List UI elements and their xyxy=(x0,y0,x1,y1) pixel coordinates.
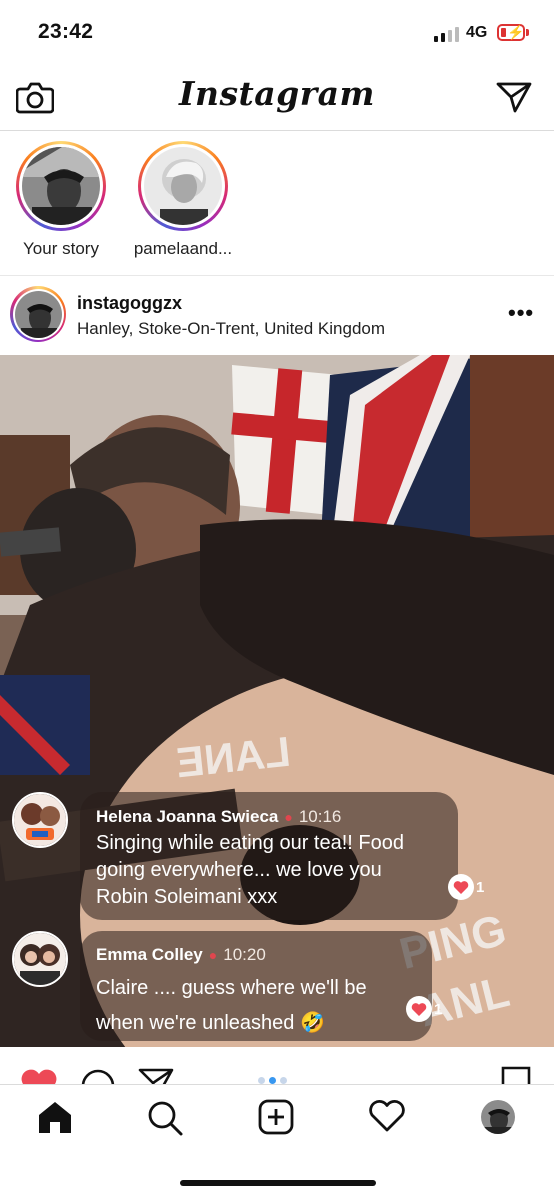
comment-separator-dot: ● xyxy=(208,947,218,963)
post-video[interactable]: LANE PING ANL Helena Joanna Swieca ● 10:16… xyxy=(0,355,554,1047)
home-icon[interactable] xyxy=(36,1099,74,1140)
story-pamelaand[interactable]: pamelaand... xyxy=(128,141,238,259)
story-name: Your story xyxy=(23,239,99,258)
stories-tray: Your story pamelaand... xyxy=(0,131,554,276)
heart-icon xyxy=(448,874,474,900)
post-header: instagoggzx Hanley, Stoke-On-Trent, Unit… xyxy=(0,276,554,354)
post-actions xyxy=(0,1048,554,1084)
comment-text-line: Robin Soleimani xxx xyxy=(96,886,278,908)
comment-like-badge[interactable]: 1 xyxy=(406,996,442,1022)
status-time: 23:42 xyxy=(38,20,94,43)
home-indicator xyxy=(180,1180,376,1186)
battery-cap xyxy=(526,29,529,36)
comment-icon[interactable] xyxy=(80,1068,116,1084)
post-username[interactable]: instagoggzx xyxy=(77,293,182,314)
share-icon[interactable] xyxy=(138,1066,174,1084)
commenter-avatar xyxy=(12,792,68,848)
comment-like-count: 1 xyxy=(434,1000,443,1018)
story-avatar xyxy=(22,147,100,225)
direct-message-icon[interactable] xyxy=(496,80,532,119)
commenter-avatar xyxy=(12,931,68,987)
comment-text-line: Claire .... guess where we'll be xyxy=(96,977,367,999)
comment-separator-dot: ● xyxy=(284,809,293,825)
story-name: pamelaand... xyxy=(133,239,233,258)
signal-icon xyxy=(434,26,459,42)
comment-text-line: when we're unleashed 🤣 xyxy=(96,1012,325,1034)
comment-bubble: Helena Joanna Swieca ● 10:16 Singing while… xyxy=(80,792,458,920)
new-post-icon[interactable] xyxy=(258,1099,294,1140)
story-your-story[interactable]: Your story xyxy=(6,141,116,259)
search-icon[interactable] xyxy=(146,1099,184,1142)
comment-author[interactable]: Emma Colley xyxy=(96,945,203,964)
story-avatar xyxy=(144,147,222,225)
comment-time: 10:16 xyxy=(298,807,342,826)
comment-text-line: Singing while eating our tea!! Food xyxy=(96,832,404,854)
instagram-logo: Instagram xyxy=(179,74,375,113)
activity-heart-icon[interactable] xyxy=(368,1099,406,1138)
network-type: 4G xyxy=(466,24,488,41)
comment-like-count: 1 xyxy=(476,878,485,896)
status-bar: 23:42 4G ⚡ xyxy=(0,0,554,66)
profile-avatar[interactable] xyxy=(480,1099,516,1140)
like-heart-icon[interactable] xyxy=(20,1068,58,1084)
save-bookmark-icon[interactable] xyxy=(500,1066,532,1084)
more-options-icon[interactable]: ••• xyxy=(508,300,534,326)
comment-text-line: going everywhere... we love you xyxy=(96,859,382,881)
battery-icon: ⚡ xyxy=(497,24,525,41)
comment-like-badge[interactable]: 1 xyxy=(448,874,484,900)
heart-icon xyxy=(406,996,432,1022)
post-author-avatar[interactable] xyxy=(10,286,66,342)
comment-bubble: Emma Colley ● 10:20 Claire .... guess wher… xyxy=(80,931,432,1041)
post-location[interactable]: Hanley, Stoke-On-Trent, United Kingdom xyxy=(77,319,385,339)
top-nav: Instagram xyxy=(0,66,554,131)
carousel-dots xyxy=(258,1077,287,1084)
comment-author[interactable]: Helena Joanna Swieca xyxy=(96,807,278,826)
comment-time: 10:20 xyxy=(223,945,266,964)
